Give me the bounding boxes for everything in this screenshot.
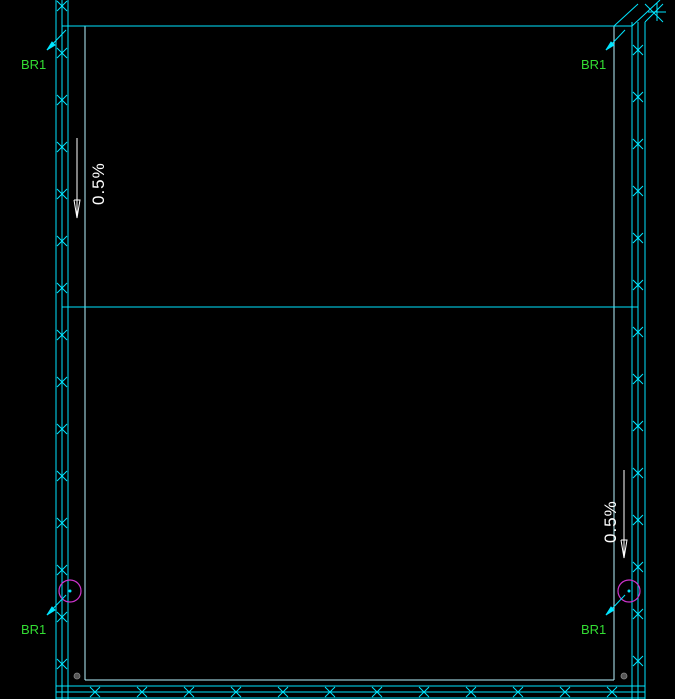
drain-tag-top-right: BR1 [581,57,606,72]
slope-label-lower: 0.5% [601,500,620,543]
drawing-background [0,0,675,699]
outlet-dot-icon [620,672,628,680]
drain-tag-bottom-left: BR1 [21,622,46,637]
outlet-dot-icon [73,672,81,680]
drain-tag-top-left: BR1 [21,57,46,72]
drain-tag-bottom-right: BR1 [581,622,606,637]
cad-plan-drawing: 0.5% 0.5% BR1 BR1 BR1 BR1 [0,0,675,699]
slope-label-upper: 0.5% [89,162,108,205]
